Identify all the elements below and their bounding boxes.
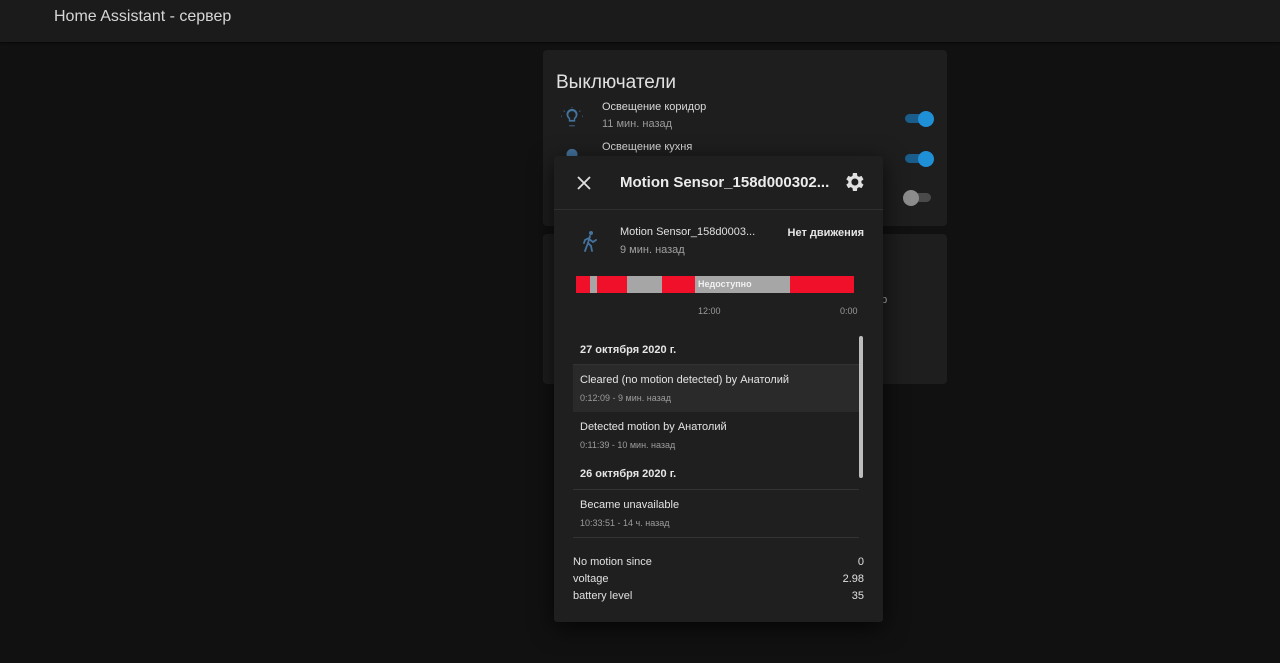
history-timeline[interactable]: Недоступно xyxy=(576,276,855,293)
entity-row-corridor[interactable]: Освещение коридор 11 мин. назад xyxy=(543,101,947,137)
entity-state-row: Motion Sensor_158d0003... 9 мин. назад Н… xyxy=(554,222,883,262)
attribute-row: No motion since 0 xyxy=(573,556,864,572)
timeline-label: Недоступно xyxy=(698,279,752,289)
lightbulb-icon xyxy=(561,107,583,127)
dialog-header: Motion Sensor_158d000302... xyxy=(554,156,883,210)
logbook-message: Cleared (no motion detected) by Анатолий xyxy=(580,374,789,386)
attribute-row: battery level 35 xyxy=(573,590,864,606)
axis-label-0: 0:00 xyxy=(840,306,858,316)
logbook-time: 0:11:39 - 10 мин. назад xyxy=(580,440,676,450)
toggle-knob xyxy=(903,190,919,206)
logbook-time: 0:12:09 - 9 мин. назад xyxy=(580,393,671,403)
timeline-segment-unavailable xyxy=(627,276,662,293)
app-title: Home Assistant - сервер xyxy=(54,8,232,25)
attribute-value: 35 xyxy=(851,590,864,602)
toggle-switch[interactable] xyxy=(905,111,934,127)
logbook-scrollbar[interactable] xyxy=(859,336,863,478)
timeline-segment-unavailable xyxy=(590,276,597,293)
timeline-segment-detected xyxy=(790,276,854,293)
attribute-name: No motion since xyxy=(573,556,652,568)
toggle-knob xyxy=(918,111,934,127)
logbook-entry[interactable]: Cleared (no motion detected) by Анатолий… xyxy=(573,364,859,412)
attribute-name: battery level xyxy=(573,590,633,602)
divider xyxy=(573,537,859,538)
toggle-switch[interactable] xyxy=(905,151,934,167)
logbook[interactable]: 27 октября 2020 г. Cleared (no motion de… xyxy=(573,336,859,538)
timeline-segment-detected xyxy=(576,276,590,293)
dialog-title: Motion Sensor_158d000302... xyxy=(620,174,830,191)
axis-label-12: 12:00 xyxy=(698,306,721,316)
more-info-dialog: Motion Sensor_158d000302... Motion Senso… xyxy=(554,156,883,622)
entity-state-value: Нет движения xyxy=(787,227,864,239)
logbook-entry[interactable]: Detected motion by Анатолий 0:11:39 - 10… xyxy=(573,412,859,459)
attribute-name: voltage xyxy=(573,573,609,585)
entity-name: Motion Sensor_158d0003... xyxy=(620,226,756,238)
entity-name: Освещение кухня xyxy=(602,141,693,153)
app-header: Home Assistant - сервер xyxy=(0,0,1280,42)
logbook-date: 27 октября 2020 г. xyxy=(580,344,677,356)
entity-last-changed: 9 мин. назад xyxy=(620,244,685,256)
entity-name: Освещение коридор xyxy=(602,101,707,113)
attribute-value: 0 xyxy=(857,556,864,568)
logbook-entry[interactable]: Became unavailable 10:33:51 - 14 ч. наза… xyxy=(573,489,859,537)
gear-icon[interactable] xyxy=(842,170,866,194)
toggle-switch[interactable] xyxy=(903,190,933,206)
logbook-date: 26 октября 2020 г. xyxy=(580,468,677,480)
toggle-knob xyxy=(918,151,934,167)
card-title: Выключатели xyxy=(556,72,676,93)
entity-last-changed: 11 мин. назад xyxy=(602,118,673,130)
timeline-segment-detected xyxy=(597,276,627,293)
logbook-time: 10:33:51 - 14 ч. назад xyxy=(580,518,670,528)
attribute-row: voltage 2.98 xyxy=(573,573,864,589)
walk-icon xyxy=(583,231,597,252)
timeline-segment-detected xyxy=(662,276,695,293)
attribute-value: 2.98 xyxy=(842,573,864,585)
logbook-message: Became unavailable xyxy=(580,499,680,511)
close-icon[interactable] xyxy=(572,171,596,195)
logbook-message: Detected motion by Анатолий xyxy=(580,421,727,433)
